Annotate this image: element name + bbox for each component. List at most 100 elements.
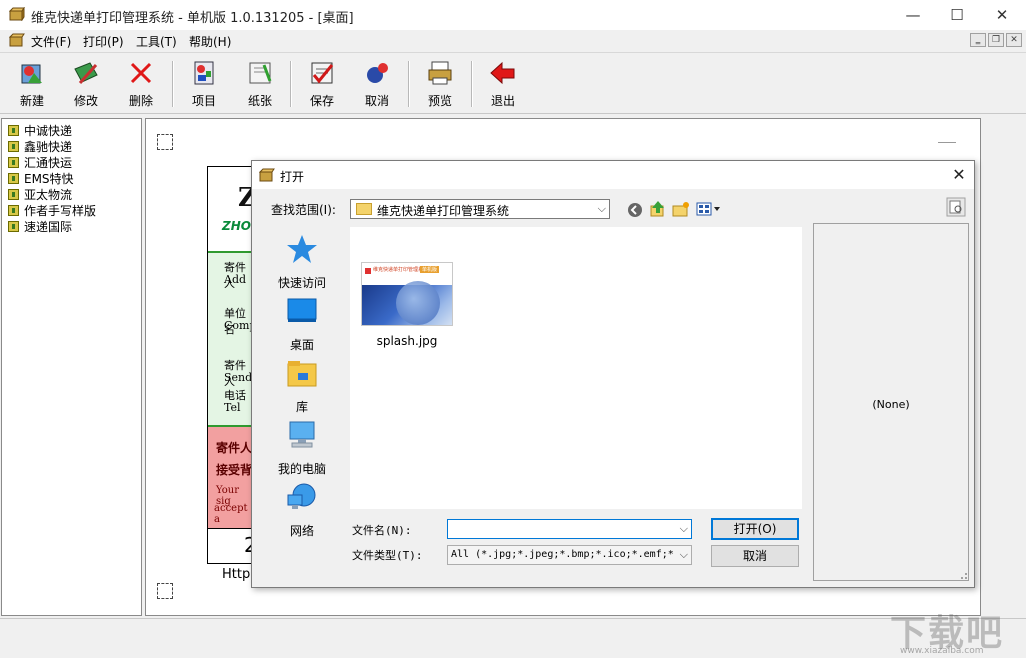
dialog-title-bar: 打开 ✕ xyxy=(252,161,974,189)
tree-item[interactable]: 速递国际 xyxy=(8,218,72,234)
waybill-template-preview[interactable]: Z ZHON 寄件人 Add 单位名 Comp 寄件人 Sende 电话 Tel… xyxy=(207,166,255,564)
status-bar xyxy=(0,618,1026,658)
tree-item[interactable]: 鑫驰快递 xyxy=(8,138,72,154)
preview-panel: (None) xyxy=(813,223,969,581)
paper-icon xyxy=(246,59,274,87)
preview-text: (None) xyxy=(814,398,968,411)
save-icon xyxy=(308,59,336,87)
tree-item-label: 亚太物流 xyxy=(24,188,72,202)
template-icon xyxy=(8,221,19,232)
folder-icon xyxy=(356,203,372,215)
corner-marker-bottom-left[interactable] xyxy=(157,583,173,599)
project-button[interactable]: 项目 xyxy=(179,59,229,111)
watermark-url: www.xiazaiba.com xyxy=(900,646,984,656)
website-fragment: Http xyxy=(222,567,250,582)
place-this-pc[interactable]: 我的电脑 xyxy=(273,419,331,477)
quick-access-star-icon xyxy=(286,233,318,265)
minimize-button[interactable]: — xyxy=(890,0,936,30)
dialog-close-button[interactable]: ✕ xyxy=(946,163,972,187)
warning-line: 接受背 xyxy=(216,461,252,478)
file-item[interactable]: 维克快递单打印管理系统 单机版 splash.jpg xyxy=(361,262,453,352)
look-in-dropdown[interactable]: 维克快递单打印管理系统 ⌵ xyxy=(350,199,610,219)
right-margin xyxy=(983,118,1026,616)
tree-item-label: 汇通快运 xyxy=(24,156,72,170)
project-icon xyxy=(190,59,218,87)
place-library[interactable]: 库 xyxy=(273,357,331,415)
menu-file[interactable]: 文件(F) xyxy=(31,33,71,50)
delete-icon xyxy=(127,59,155,87)
signature-warning-section: 寄件人 接受背 Your sig accept a xyxy=(208,427,255,529)
edit-button[interactable]: 修改 xyxy=(61,59,111,111)
back-icon[interactable] xyxy=(626,201,644,219)
resize-grip-icon[interactable] xyxy=(958,570,968,580)
tree-item[interactable]: 汇通快运 xyxy=(8,154,72,170)
toolbar-separator xyxy=(290,61,292,107)
mdi-restore-button[interactable]: ❐ xyxy=(988,33,1004,47)
mdi-package-icon[interactable] xyxy=(9,33,25,47)
filetype-dropdown[interactable]: All (*.jpg;*.jpeg;*.bmp;*.ico;*.emf;* ⌵ xyxy=(447,545,692,565)
paper-button[interactable]: 纸张 xyxy=(235,59,285,111)
look-in-value: 维克快递单打印管理系统 xyxy=(377,202,509,219)
mdi-close-button[interactable]: ✕ xyxy=(1006,33,1022,47)
open-button[interactable]: 打开(O) xyxy=(711,518,799,540)
exit-icon xyxy=(489,59,517,87)
exit-button[interactable]: 退出 xyxy=(478,59,528,111)
place-desktop[interactable]: 桌面 xyxy=(273,295,331,353)
toolbar-separator xyxy=(172,61,174,107)
tree-item-label: 中诚快递 xyxy=(24,124,72,138)
warning-line: accept a xyxy=(214,503,255,525)
filename-input[interactable]: ⌵ xyxy=(447,519,692,539)
preview-toggle-icon[interactable] xyxy=(946,197,966,217)
exit-label: 退出 xyxy=(478,92,528,109)
app-package-icon xyxy=(9,7,25,21)
tree-item-label: 速递国际 xyxy=(24,220,72,234)
save-label: 保存 xyxy=(297,92,347,109)
delete-label: 删除 xyxy=(116,92,166,109)
menu-tools[interactable]: 工具(T) xyxy=(136,33,177,50)
chevron-down-icon[interactable]: ⌵ xyxy=(598,202,606,216)
mdi-minimize-button[interactable]: ‗ xyxy=(970,33,986,47)
tree-item[interactable]: 亚太物流 xyxy=(8,186,72,202)
cancel-dialog-button[interactable]: 取消 xyxy=(711,545,799,567)
chevron-down-icon[interactable]: ⌵ xyxy=(680,548,688,562)
tree-item[interactable]: 作者手写样版 xyxy=(8,202,96,218)
sender-section: 寄件人 Add 单位名 Comp 寄件人 Sende 电话 Tel xyxy=(208,251,255,427)
chevron-down-icon[interactable]: ⌵ xyxy=(680,522,688,536)
tree-item[interactable]: EMS特快 xyxy=(8,170,74,186)
new-folder-icon[interactable] xyxy=(672,200,690,218)
address-label: Add xyxy=(224,273,246,286)
network-icon xyxy=(286,481,318,513)
place-quick-access[interactable]: 快速访问 xyxy=(273,233,331,291)
up-folder-icon[interactable] xyxy=(649,200,667,218)
dialog-title: 打开 xyxy=(280,168,304,185)
tree-item-label: 鑫驰快递 xyxy=(24,140,72,154)
save-button[interactable]: 保存 xyxy=(297,59,347,111)
file-list[interactable]: 维克快递单打印管理系统 单机版 splash.jpg xyxy=(350,227,802,509)
places-bar: 快速访问 桌面 库 我的电脑 xyxy=(273,227,349,587)
delete-button[interactable]: 删除 xyxy=(116,59,166,111)
tree-item[interactable]: 中诚快递 xyxy=(8,122,72,138)
toolbar-separator xyxy=(408,61,410,107)
template-icon xyxy=(8,189,19,200)
corner-marker-top-left[interactable] xyxy=(157,134,173,150)
place-label: 库 xyxy=(273,398,331,415)
preview-button[interactable]: 预览 xyxy=(415,59,465,111)
thumbnail-globe xyxy=(362,285,453,326)
desktop-icon xyxy=(286,295,318,327)
maximize-button[interactable]: ☐ xyxy=(934,0,980,30)
new-button[interactable]: 新建 xyxy=(7,59,57,111)
file-thumbnail: 维克快递单打印管理系统 单机版 xyxy=(361,262,453,326)
cancel-button[interactable]: 取消 xyxy=(352,59,402,111)
tree-item-label: EMS特快 xyxy=(24,172,74,186)
place-network[interactable]: 网络 xyxy=(273,481,331,539)
menu-help[interactable]: 帮助(H) xyxy=(189,33,231,50)
view-menu-icon[interactable] xyxy=(696,201,722,217)
menu-print[interactable]: 打印(P) xyxy=(83,33,124,50)
this-pc-icon xyxy=(286,419,318,451)
thumbnail-logo-icon xyxy=(365,268,371,274)
close-window-button[interactable]: ✕ xyxy=(979,0,1025,30)
dialog-app-icon xyxy=(259,168,275,182)
open-file-dialog: 打开 ✕ 查找范围(I): 维克快递单打印管理系统 ⌵ xyxy=(251,160,975,588)
thumbnail-badge: 单机版 xyxy=(420,266,439,273)
place-label: 快速访问 xyxy=(273,274,331,291)
